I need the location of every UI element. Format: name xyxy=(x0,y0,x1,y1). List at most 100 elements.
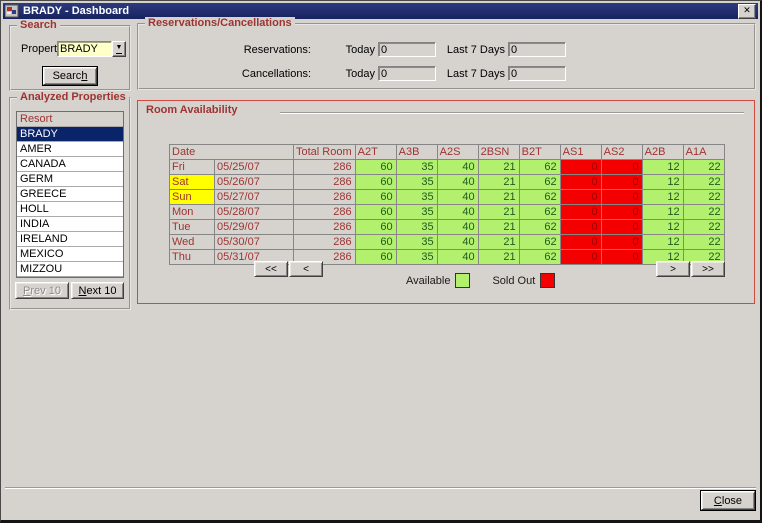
list-item-mexico[interactable]: MEXICO xyxy=(17,247,123,262)
list-item-amer[interactable]: AMER xyxy=(17,142,123,157)
analyzed-properties-groupbox: Analyzed Properties Resort BRADY AMER CANA… xyxy=(9,91,131,310)
availability-cell-a3b: 35 xyxy=(395,249,438,265)
list-item-brady[interactable]: BRADY xyxy=(17,127,123,142)
analyzed-properties-label: Analyzed Properties xyxy=(17,91,129,103)
total-room-cell: 286 xyxy=(293,219,356,235)
availability-table-body: Fri 05/25/07 286 60 35 40 21 62 0 0 12 22 Sat 05/26/0… xyxy=(169,159,725,265)
availability-cell-as2: 0 xyxy=(600,159,643,175)
divider xyxy=(280,112,744,114)
reservations-groupbox: Reservations/Cancellations Reservations:… xyxy=(137,17,756,90)
search-group-label: Search xyxy=(17,19,60,31)
availability-cell-a3b: 35 xyxy=(395,174,438,190)
availability-cell-a3b: 35 xyxy=(395,234,438,250)
page-prev-button[interactable]: < xyxy=(289,261,323,277)
availability-cell-a1a: 22 xyxy=(682,174,725,190)
window-close-button[interactable]: ✕ xyxy=(738,3,756,19)
availability-cell-as2: 0 xyxy=(600,219,643,235)
availability-cell-a1a: 22 xyxy=(682,159,725,175)
close-button[interactable]: Close xyxy=(701,491,755,510)
list-item-germ[interactable]: GERM xyxy=(17,172,123,187)
availability-cell-2bsn: 21 xyxy=(477,234,520,250)
search-button[interactable]: Search xyxy=(43,67,97,85)
day-cell: Tue xyxy=(169,219,215,235)
availability-cell-as1: 0 xyxy=(559,189,602,205)
today-label: Today xyxy=(345,44,375,56)
availability-cell-b2t: 62 xyxy=(518,174,561,190)
date-cell: 05/27/07 xyxy=(214,189,294,205)
availability-cell-b2t: 62 xyxy=(518,159,561,175)
availability-cell-a1a: 22 xyxy=(682,189,725,205)
availability-cell-a2b: 12 xyxy=(641,189,684,205)
table-row: Wed 05/30/07 286 60 35 40 21 62 0 0 12 22 xyxy=(169,234,725,250)
availability-cell-a3b: 35 xyxy=(395,159,438,175)
column-header-a1a: A1A xyxy=(682,144,725,160)
reservations-today-field[interactable]: 0 xyxy=(378,42,436,57)
soldout-swatch-icon xyxy=(540,273,556,288)
reservations-group-label: Reservations/Cancellations xyxy=(145,17,295,29)
next-page-icon: > xyxy=(670,263,676,275)
availability-cell-a2s: 40 xyxy=(436,174,479,190)
availability-cell-a3b: 35 xyxy=(395,204,438,220)
title-bar[interactable]: BRADY - Dashboard ✕ xyxy=(3,3,758,19)
page-last-button[interactable]: >> xyxy=(691,261,725,277)
list-item-india[interactable]: INDIA xyxy=(17,217,123,232)
availability-cell-a2s: 40 xyxy=(436,249,479,265)
total-room-cell: 286 xyxy=(293,234,356,250)
availability-cell-as2: 0 xyxy=(600,204,643,220)
availability-cell-as1: 0 xyxy=(559,174,602,190)
availability-cell-as1: 0 xyxy=(559,159,602,175)
availability-cell-a2b: 12 xyxy=(641,159,684,175)
resort-column-header: Resort xyxy=(17,112,123,127)
resort-list: Resort BRADY AMER CANADA GERM GREECE HOLL INDI… xyxy=(16,111,124,278)
availability-cell-2bsn: 21 xyxy=(477,159,520,175)
first-page-icon: << xyxy=(265,263,277,275)
availability-cell-a2t: 60 xyxy=(354,174,397,190)
availability-cell-a2b: 12 xyxy=(641,219,684,235)
table-row: Sun 05/27/07 286 60 35 40 21 62 0 0 12 22 xyxy=(169,189,725,205)
availability-cell-a2t: 60 xyxy=(354,234,397,250)
property-dropdown-button[interactable]: ▼ xyxy=(112,41,126,57)
search-groupbox: Search Property BRADY ▼ Search xyxy=(9,19,131,91)
availability-cell-b2t: 62 xyxy=(518,189,561,205)
table-row: Tue 05/29/07 286 60 35 40 21 62 0 0 12 22 xyxy=(169,219,725,235)
next-10-button[interactable]: Next 10 xyxy=(71,282,124,299)
page-first-button[interactable]: << xyxy=(254,261,288,277)
list-item-greece[interactable]: GREECE xyxy=(17,187,123,202)
availability-cell-as2: 0 xyxy=(600,234,643,250)
availability-cell-a2s: 40 xyxy=(436,219,479,235)
list-item-canada[interactable]: CANADA xyxy=(17,157,123,172)
reservations-last7-field[interactable]: 0 xyxy=(508,42,566,57)
window-title: BRADY - Dashboard xyxy=(23,5,130,17)
list-item-mizzou[interactable]: MIZZOU xyxy=(17,262,123,277)
availability-cell-a3b: 35 xyxy=(395,219,438,235)
column-header-2bsn: 2BSN xyxy=(477,144,520,160)
property-combobox[interactable]: BRADY xyxy=(57,41,112,57)
availability-cell-2bsn: 21 xyxy=(477,174,520,190)
prev-10-button[interactable]: Prev 10 xyxy=(15,282,69,299)
available-swatch-icon xyxy=(455,273,471,288)
availability-cell-2bsn: 21 xyxy=(477,204,520,220)
availability-cell-2bsn: 21 xyxy=(477,189,520,205)
availability-cell-a2t: 60 xyxy=(354,219,397,235)
page-next-button[interactable]: > xyxy=(656,261,690,277)
property-value: BRADY xyxy=(60,43,98,55)
availability-cell-b2t: 62 xyxy=(518,234,561,250)
column-header-b2t: B2T xyxy=(518,144,561,160)
total-room-cell: 286 xyxy=(293,189,356,205)
legend-soldout-label: Sold Out xyxy=(492,274,536,287)
list-item-holl[interactable]: HOLL xyxy=(17,202,123,217)
day-cell: Sat xyxy=(169,174,215,190)
list-item-ireland[interactable]: IRELAND xyxy=(17,232,123,247)
availability-cell-as1: 0 xyxy=(559,219,602,235)
availability-cell-2bsn: 21 xyxy=(477,249,520,265)
column-header-as1: AS1 xyxy=(559,144,602,160)
availability-cell-b2t: 62 xyxy=(518,219,561,235)
cancellations-last7-field[interactable]: 0 xyxy=(508,66,566,81)
availability-cell-a2s: 40 xyxy=(436,204,479,220)
availability-cell-a2s: 40 xyxy=(436,234,479,250)
column-header-a2s: A2S xyxy=(436,144,479,160)
availability-cell-a2b: 12 xyxy=(641,174,684,190)
prev-page-icon: < xyxy=(303,263,309,275)
cancellations-today-field[interactable]: 0 xyxy=(378,66,436,81)
availability-legend: Available Sold Out xyxy=(406,273,556,288)
